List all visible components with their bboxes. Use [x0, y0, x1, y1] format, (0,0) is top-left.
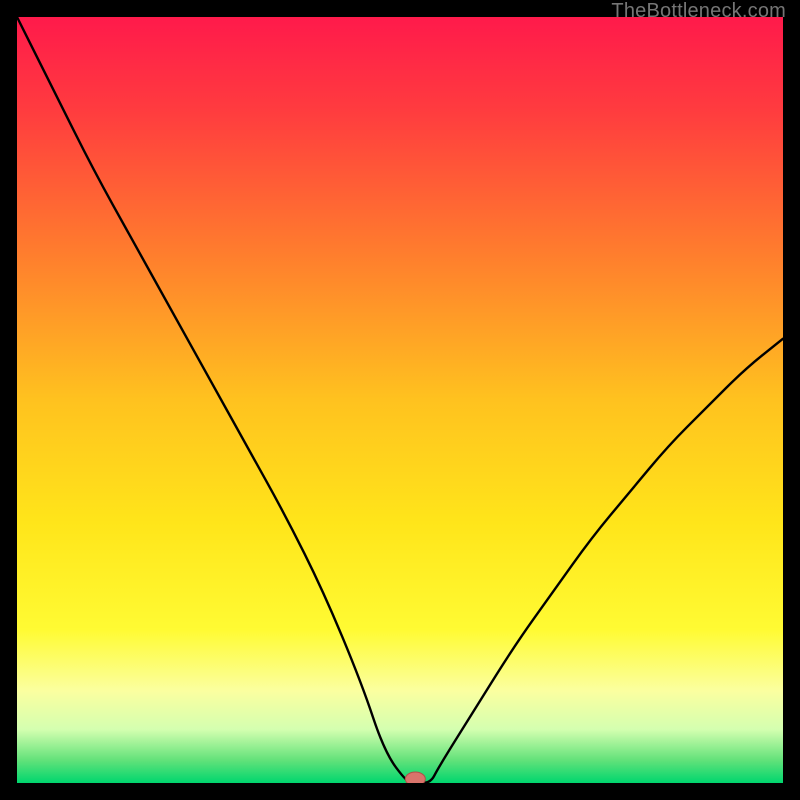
- gradient-background: [17, 17, 783, 783]
- chart-svg: [17, 17, 783, 783]
- watermark-text: TheBottleneck.com: [611, 0, 786, 23]
- optimum-marker: [405, 772, 425, 783]
- plot-area: [17, 17, 783, 783]
- chart-frame: TheBottleneck.com: [0, 0, 800, 800]
